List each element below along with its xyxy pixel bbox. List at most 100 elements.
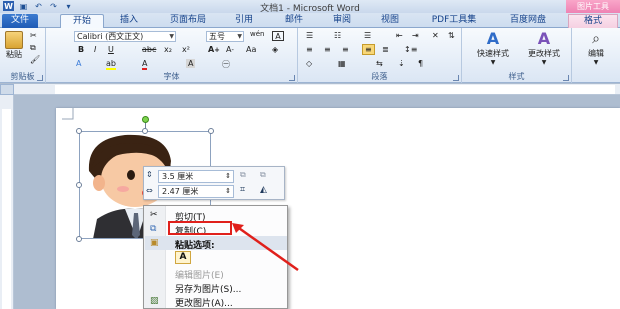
paragraph-launcher[interactable]: [453, 75, 459, 81]
tab-baidu-netdisk[interactable]: 百度网盘: [500, 14, 556, 28]
asian-layout-icon[interactable]: ⇆: [376, 59, 383, 68]
height-icon: ⇕: [146, 170, 153, 179]
cut-icon[interactable]: ✂: [30, 31, 37, 40]
ruler-text-area: [2, 109, 11, 309]
bullets-icon[interactable]: ☰: [306, 31, 313, 40]
multilevel-list-icon[interactable]: ☰: [364, 31, 371, 40]
shrink-font-button[interactable]: A-: [226, 45, 234, 54]
font-name-combo[interactable]: Calibri (西文正文) ▼: [74, 31, 176, 42]
bring-forward-icon[interactable]: ⧉: [240, 170, 246, 180]
phonetic-guide-button[interactable]: wén: [250, 30, 264, 38]
text-effects-icon[interactable]: A: [76, 59, 81, 68]
quick-styles-button[interactable]: A 快速样式 ▼: [470, 30, 516, 67]
horizontal-ruler[interactable]: [14, 84, 620, 95]
paste-text-label: A: [179, 252, 187, 262]
justify-icon[interactable]: ≡: [362, 44, 375, 55]
styles-group: A 快速样式 ▼ A 更改样式 ▼ 样式: [462, 28, 572, 83]
borders-icon[interactable]: ▦: [338, 59, 346, 68]
paragraph-group: ☰ ☷ ☰ ⇤ ⇥ ✕ ⇅ ≡ ≡ ≡ ≡ ≣ ↕≡ ◇ ▦ ⇆ ⇣ ¶ 段落: [298, 28, 462, 83]
distribute-icon[interactable]: ≣: [382, 45, 389, 54]
numbering-icon[interactable]: ☷: [334, 31, 341, 40]
italic-button[interactable]: I: [94, 45, 96, 54]
font-size-value: 五号: [209, 32, 225, 41]
tab-view[interactable]: 视图: [374, 14, 406, 28]
sort-icon[interactable]: ⇅: [448, 31, 455, 40]
strikethrough-button[interactable]: abc: [142, 45, 156, 54]
chinese-layout-icon[interactable]: ✕: [432, 31, 439, 40]
rotate-icon[interactable]: ◭: [260, 185, 267, 195]
vertical-ruler[interactable]: [0, 95, 14, 309]
red-arrow-icon: [232, 223, 299, 272]
align-center-icon[interactable]: ≡: [324, 45, 331, 54]
height-spinner[interactable]: 3.5 厘米 ⇕: [158, 170, 234, 183]
underline-button[interactable]: U: [108, 45, 114, 54]
resize-handle-top[interactable]: [142, 128, 148, 134]
show-marks-icon[interactable]: ¶: [418, 59, 423, 68]
change-case-button[interactable]: Aa: [246, 45, 256, 54]
highlight-color-icon[interactable]: ab: [106, 59, 116, 70]
clipboard-launcher[interactable]: [37, 75, 43, 81]
paste-text-icon: A: [175, 251, 191, 264]
title-bar: W ▣ ↶ ↷ ▾ 文档1 - Microsoft Word: [0, 0, 620, 14]
superscript-button[interactable]: x²: [182, 45, 190, 54]
tab-page-layout[interactable]: 页面布局: [160, 14, 216, 28]
decrease-indent-icon[interactable]: ⇤: [396, 31, 403, 40]
align-right-icon[interactable]: ≡: [342, 45, 349, 54]
font-size-combo[interactable]: 五号 ▼: [206, 31, 244, 42]
editing-group: ⌕ 编辑 ▼: [572, 28, 620, 83]
font-launcher[interactable]: [289, 75, 295, 81]
chevron-down-icon: ▼: [541, 59, 547, 66]
styles-launcher[interactable]: [563, 75, 569, 81]
chevron-down-icon: ▼: [490, 59, 496, 66]
tab-format[interactable]: 格式: [568, 14, 618, 28]
font-group-label: 字体: [163, 72, 180, 81]
clipboard-group: 粘贴 ✂ ⧉ 🖌 剪贴板: [0, 28, 46, 83]
resize-handle-left[interactable]: [76, 182, 82, 188]
grow-font-button[interactable]: A +: [208, 45, 220, 54]
menu-item-change-picture[interactable]: ▨ 更改图片(A)...: [145, 294, 287, 309]
tab-selector[interactable]: [0, 84, 14, 95]
send-backward-icon[interactable]: ⧉: [260, 170, 266, 180]
increase-indent-icon[interactable]: ⇥: [412, 31, 419, 40]
character-border-button[interactable]: A: [272, 31, 284, 41]
text-direction-icon[interactable]: ⇣: [398, 59, 405, 68]
format-painter-icon[interactable]: 🖌: [30, 55, 40, 64]
quick-styles-label: 快速样式: [477, 49, 509, 58]
paste-button[interactable]: 粘贴: [3, 31, 25, 60]
clear-formatting-icon[interactable]: ◈: [272, 45, 278, 54]
font-color-icon[interactable]: A: [142, 59, 148, 70]
tab-review[interactable]: 审阅: [326, 14, 358, 28]
menu-item-save-as-picture[interactable]: 另存为图片(S)...: [145, 280, 287, 295]
crop-icon[interactable]: ⌗: [240, 185, 245, 195]
resize-handle-top-right[interactable]: [208, 128, 214, 134]
change-styles-icon: A: [537, 29, 551, 48]
tab-references[interactable]: 引用: [228, 14, 260, 28]
resize-handle-bottom-left[interactable]: [76, 236, 82, 242]
change-picture-icon: ▨: [150, 296, 159, 306]
enclose-characters-icon[interactable]: ㊀: [222, 59, 230, 70]
resize-handle-top-left[interactable]: [76, 128, 82, 134]
chevron-down-icon: ▼: [169, 33, 174, 40]
shading-icon[interactable]: ◇: [306, 59, 312, 68]
bold-button[interactable]: B: [78, 45, 84, 54]
width-spinner[interactable]: 2.47 厘米 ⇕: [158, 185, 234, 198]
character-shading-icon[interactable]: A: [186, 59, 196, 68]
tab-home[interactable]: 开始: [60, 14, 104, 28]
editing-button[interactable]: ⌕ 编辑 ▼: [578, 30, 614, 66]
spin-arrows-icon[interactable]: ⇕: [225, 171, 231, 182]
styles-group-label: 样式: [508, 72, 525, 81]
align-left-icon[interactable]: ≡: [306, 45, 313, 54]
tab-file[interactable]: 文件: [2, 14, 38, 28]
spin-arrows-icon[interactable]: ⇕: [225, 186, 231, 197]
change-styles-button[interactable]: A 更改样式 ▼: [520, 29, 568, 67]
tab-insert[interactable]: 插入: [112, 14, 146, 28]
character-border-label: A: [275, 31, 281, 41]
copy-icon[interactable]: ⧉: [30, 43, 36, 53]
tab-mailings[interactable]: 邮件: [278, 14, 310, 28]
subscript-button[interactable]: x₂: [164, 45, 172, 54]
tab-pdf-tools[interactable]: PDF工具集: [422, 14, 486, 28]
rotate-handle[interactable]: [142, 116, 149, 123]
line-spacing-icon[interactable]: ↕≡: [404, 45, 417, 54]
font-group: Calibri (西文正文) ▼ 五号 ▼ wén A B I U abc x₂ x…: [46, 28, 298, 83]
menu-item-cut[interactable]: ✂ 剪切(T): [145, 208, 287, 223]
